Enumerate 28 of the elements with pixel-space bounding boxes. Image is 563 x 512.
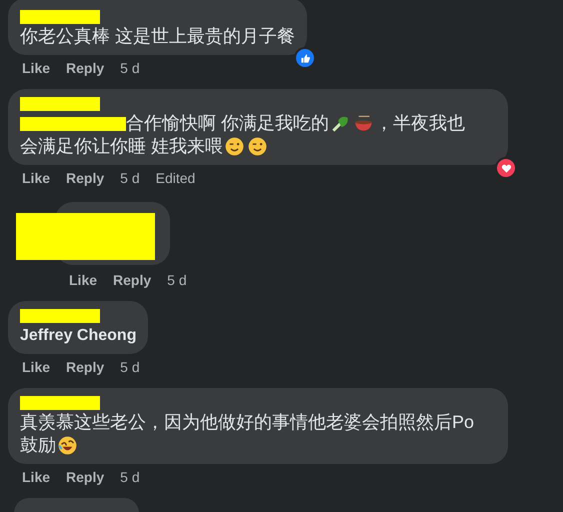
winking-face-icon — [248, 137, 268, 156]
leafy-greens-icon — [331, 114, 350, 133]
like-link[interactable]: Like — [22, 468, 50, 486]
timestamp: 5 d — [167, 271, 187, 289]
noodle-bowl-icon — [354, 114, 374, 133]
reply-link[interactable]: Reply — [66, 358, 104, 376]
comment-text: 合作愉快啊 你满足我吃的 — [126, 112, 330, 135]
comment-text: ，半夜我也 — [375, 112, 466, 135]
like-link[interactable]: Like — [69, 271, 98, 289]
timestamp: 5 d — [120, 468, 140, 486]
timestamp: 5 d — [120, 59, 140, 77]
reply-link[interactable]: Reply — [66, 468, 104, 486]
comment-text: 真羡慕这些老公，因为他做好的事情他老婆会拍照然后Po — [20, 411, 474, 434]
comment-text: 鼓励 — [20, 434, 56, 457]
reply-link[interactable]: Reply — [113, 271, 152, 289]
like-link[interactable]: Like — [22, 59, 50, 77]
timestamp: 5 d — [120, 169, 140, 187]
comment-text: 会满足你让你睡 娃我来喂 — [20, 135, 224, 158]
comment-text: 你老公真棒 这是世上最贵的月子餐 — [20, 25, 296, 48]
like-link[interactable]: Like — [22, 358, 50, 376]
laughing-face-icon — [58, 436, 77, 455]
reply-link[interactable]: Reply — [66, 59, 104, 77]
winking-face-icon — [225, 137, 244, 156]
reply-link[interactable]: Reply — [66, 169, 104, 187]
edited-label: Edited — [156, 169, 196, 187]
timestamp: 5 d — [120, 358, 140, 376]
author-name[interactable]: Jeffrey Cheong — [20, 324, 136, 347]
like-link[interactable]: Like — [22, 169, 50, 187]
